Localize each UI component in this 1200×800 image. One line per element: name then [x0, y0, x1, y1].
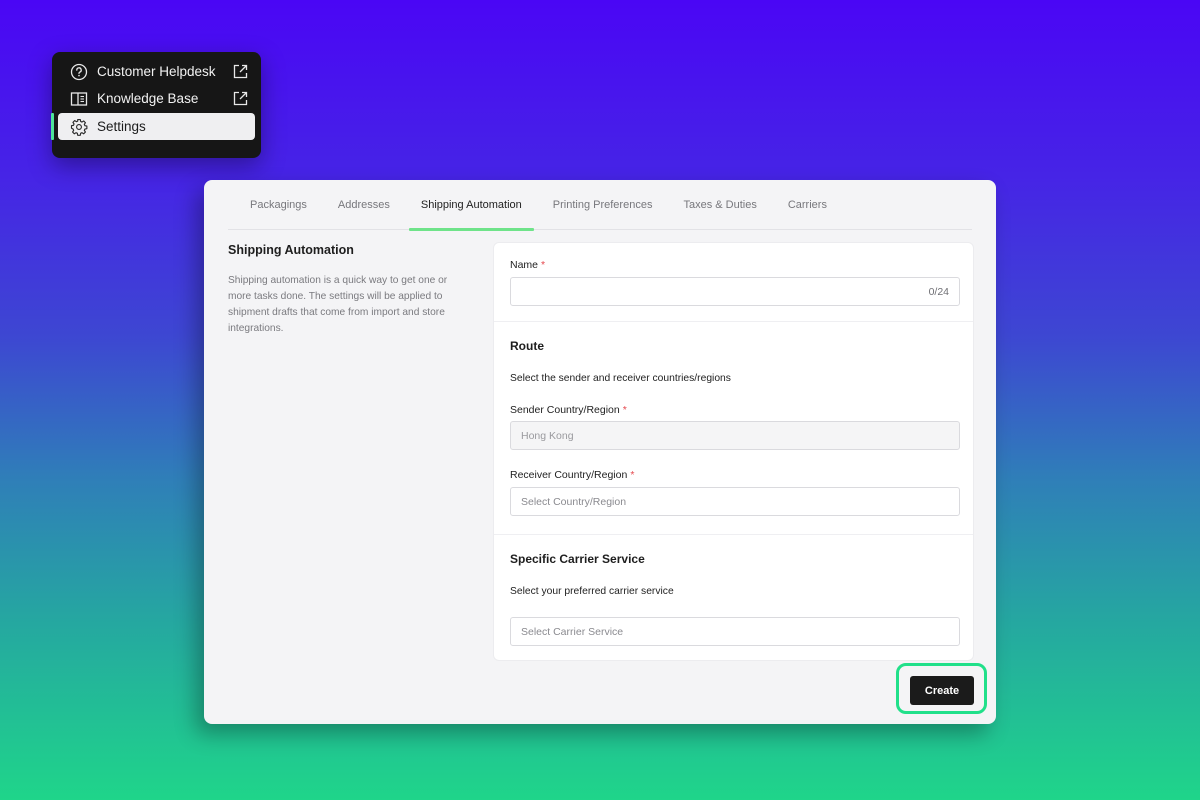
character-counter: 0/24 [928, 286, 949, 298]
name-section: Name * 0/24 [494, 243, 973, 322]
receiver-country-placeholder: Select Country/Region [521, 495, 627, 508]
nav-item-settings[interactable]: Settings [51, 113, 255, 140]
settings-card: Packagings Addresses Shipping Automation… [204, 180, 996, 724]
tab-carriers[interactable]: Carriers [776, 180, 839, 230]
create-button[interactable]: Create [910, 676, 974, 705]
gear-icon [70, 118, 88, 136]
nav-item-label: Knowledge Base [97, 91, 199, 106]
tab-addresses[interactable]: Addresses [326, 180, 402, 230]
route-title: Route [510, 339, 544, 353]
route-section: Route Select the sender and receiver cou… [494, 322, 973, 535]
tab-taxes-duties[interactable]: Taxes & Duties [671, 180, 768, 230]
automation-form: Name * 0/24 Route Select the sender and r… [493, 242, 974, 661]
nav-item-customer-helpdesk[interactable]: Customer Helpdesk [58, 58, 255, 85]
sender-label-text: Sender Country/Region [510, 404, 620, 416]
external-link-icon [232, 90, 249, 107]
carrier-subtitle: Select your preferred carrier service [510, 586, 674, 597]
receiver-label-text: Receiver Country/Region [510, 469, 628, 481]
name-label: Name * [510, 259, 545, 271]
external-link-icon [232, 63, 249, 80]
carrier-title: Specific Carrier Service [510, 552, 645, 566]
sender-country-value: Hong Kong [521, 429, 574, 442]
carrier-section: Specific Carrier Service Select your pre… [494, 535, 973, 662]
name-label-text: Name [510, 259, 539, 271]
tab-shipping-automation[interactable]: Shipping Automation [408, 180, 534, 231]
nav-item-knowledge-base[interactable]: Knowledge Base [58, 85, 255, 112]
name-input[interactable]: 0/24 [510, 277, 960, 306]
section-title: Shipping Automation [228, 243, 354, 257]
tab-packagings[interactable]: Packagings [238, 180, 319, 230]
book-open-icon [70, 90, 88, 108]
settings-tabs: Packagings Addresses Shipping Automation… [228, 180, 972, 231]
carrier-service-select[interactable]: Select Carrier Service [510, 617, 960, 646]
required-mark: * [541, 259, 546, 271]
sender-label: Sender Country/Region * [510, 404, 627, 416]
sender-country-select: Hong Kong [510, 421, 960, 450]
section-description: Shipping automation is a quick way to ge… [228, 275, 448, 334]
nav-item-label: Settings [97, 119, 146, 134]
nav-menu: Customer Helpdesk Knowledge Base Setting… [51, 52, 261, 158]
help-circle-icon [70, 63, 88, 81]
tab-printing-preferences[interactable]: Printing Preferences [541, 180, 665, 230]
carrier-service-placeholder: Select Carrier Service [521, 625, 624, 638]
required-mark: * [622, 404, 627, 416]
receiver-label: Receiver Country/Region * [510, 469, 634, 481]
required-mark: * [630, 469, 635, 481]
receiver-country-select[interactable]: Select Country/Region [510, 487, 960, 516]
route-subtitle: Select the sender and receiver countries… [510, 373, 731, 384]
create-highlight: Create [896, 663, 987, 714]
nav-item-label: Customer Helpdesk [97, 64, 216, 79]
